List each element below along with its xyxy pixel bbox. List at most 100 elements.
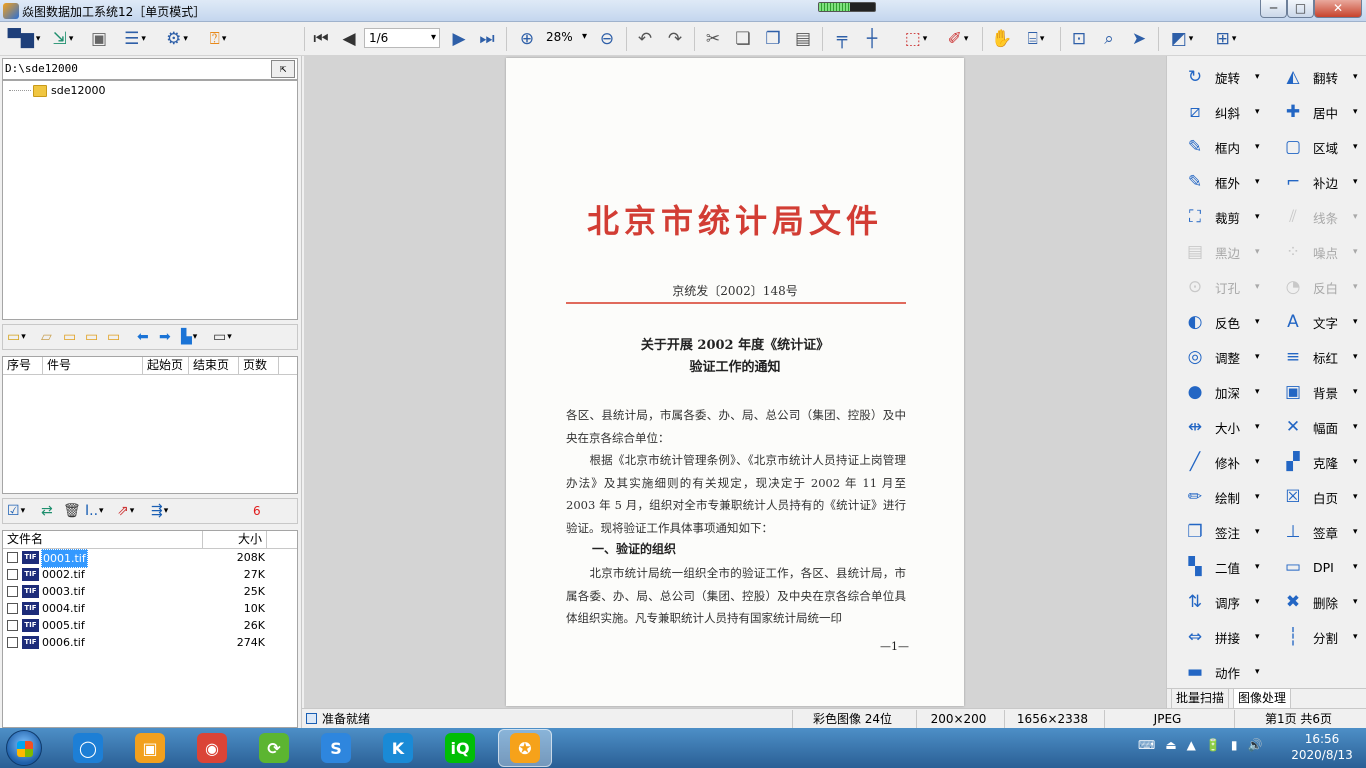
store-app-icon[interactable]: ▣ bbox=[134, 732, 166, 764]
eyedropper-icon[interactable]: ✐ bbox=[940, 27, 976, 51]
tool-text[interactable]: A 文字 ▾ bbox=[1265, 305, 1361, 339]
save-icon[interactable]: ▣ bbox=[88, 27, 110, 51]
tool-center[interactable]: ✚ 居中 ▾ bbox=[1265, 95, 1361, 129]
paste-icon[interactable]: ▤ bbox=[792, 27, 814, 51]
prev-page-icon[interactable]: ◀ bbox=[340, 27, 358, 51]
chevron-down-icon[interactable]: ▾ bbox=[1255, 212, 1260, 222]
chevron-down-icon[interactable]: ▾ bbox=[1353, 387, 1358, 397]
chevron-down-icon[interactable]: ▾ bbox=[1255, 177, 1260, 187]
tool-flip[interactable]: ◭ 翻转 ▾ bbox=[1265, 60, 1361, 94]
tool-repair[interactable]: ╱ 修补 ▾ bbox=[1167, 445, 1263, 479]
device-icon[interactable]: ⏏ bbox=[1165, 738, 1176, 752]
chevron-down-icon[interactable]: ▾ bbox=[1255, 352, 1260, 362]
chevron-down-icon[interactable]: ▾ bbox=[1353, 247, 1358, 257]
tool-deskew[interactable]: ⧄ 纠斜 ▾ bbox=[1167, 95, 1263, 129]
redo-icon[interactable]: ↷ bbox=[664, 27, 686, 51]
file-row[interactable]: TIF 0001.tif 208K bbox=[3, 549, 297, 568]
sogou-icon[interactable]: S bbox=[320, 732, 352, 764]
chevron-down-icon[interactable]: ▾ bbox=[1353, 352, 1358, 362]
tool-join[interactable]: ⇔ 拼接 ▾ bbox=[1167, 620, 1263, 654]
zoom-out-icon[interactable]: ⊖ bbox=[596, 27, 618, 51]
chevron-down-icon[interactable]: ▾ bbox=[1353, 422, 1358, 432]
chevron-down-icon[interactable]: ▾ bbox=[1255, 667, 1260, 677]
start-button[interactable] bbox=[6, 730, 42, 766]
sort-icon[interactable]: I.. bbox=[85, 502, 104, 520]
keyboard-icon[interactable]: ⌨ bbox=[1138, 738, 1155, 752]
tool-darken[interactable]: ● 加深 ▾ bbox=[1167, 375, 1263, 409]
file-row[interactable]: TIF 0006.tif 274K bbox=[3, 634, 297, 651]
chevron-down-icon[interactable]: ▾ bbox=[1353, 632, 1358, 642]
tab-image-processing[interactable]: 图像处理 bbox=[1233, 689, 1292, 709]
scan-area-icon[interactable]: ⌸ bbox=[1018, 27, 1054, 51]
folder-up-button[interactable]: ⇱ bbox=[271, 60, 295, 78]
chevron-down-icon[interactable]: ▾ bbox=[1255, 527, 1260, 537]
cross-guide-icon[interactable]: ┼ bbox=[860, 27, 884, 51]
chevron-down-icon[interactable]: ▾ bbox=[1255, 457, 1260, 467]
chevron-down-icon[interactable]: ▾ bbox=[1353, 142, 1358, 152]
column-header[interactable]: 件号 bbox=[43, 357, 143, 374]
cut-icon[interactable]: ✂ bbox=[702, 27, 724, 51]
chevron-down-icon[interactable]: ▾ bbox=[1353, 562, 1358, 572]
signal-icon[interactable]: ▮ bbox=[1231, 738, 1238, 752]
folder-icon[interactable]: ▭ bbox=[107, 328, 120, 346]
tool-draw[interactable]: ✏ 绘制 ▾ bbox=[1167, 480, 1263, 514]
tool-page-size[interactable]: ✕ 幅面 ▾ bbox=[1265, 410, 1361, 444]
sync-app-icon[interactable]: ⟳ bbox=[258, 732, 290, 764]
tool-reverse-white[interactable]: ◔ 反白 ▾ bbox=[1265, 270, 1361, 304]
file-checkbox[interactable] bbox=[7, 637, 18, 648]
file-checkbox[interactable] bbox=[7, 552, 18, 563]
layout-edit-icon[interactable]: ◩ bbox=[1164, 27, 1200, 51]
tool-rotate[interactable]: ↻ 旋转 ▾ bbox=[1167, 60, 1263, 94]
chevron-down-icon[interactable]: ▾ bbox=[1255, 492, 1260, 502]
document-page[interactable]: 北京市统计局文件 京统发〔2002〕148号 关于开展 2002 年度《统计证》… bbox=[506, 58, 964, 706]
tool-action[interactable]: ▬ 动作 ▾ bbox=[1167, 655, 1263, 689]
column-header[interactable]: 序号 bbox=[3, 357, 43, 374]
h-guide-icon[interactable]: ╤ bbox=[830, 27, 854, 51]
file-row[interactable]: TIF 0005.tif 26K bbox=[3, 617, 297, 634]
image-viewer[interactable]: 北京市统计局文件 京统发〔2002〕148号 关于开展 2002 年度《统计证》… bbox=[304, 56, 1166, 708]
folder-add-icon[interactable]: ▭ bbox=[63, 328, 76, 346]
edit-folder-icon[interactable]: ▱ bbox=[41, 328, 52, 346]
column-header[interactable]: 结束页 bbox=[189, 357, 239, 374]
tool-blank-page[interactable]: ☒ 白页 ▾ bbox=[1265, 480, 1361, 514]
trash-icon[interactable]: 🗑 bbox=[63, 502, 81, 520]
chevron-down-icon[interactable]: ▾ bbox=[1353, 282, 1358, 292]
tool-erase-inside[interactable]: ✎ 框内 ▾ bbox=[1167, 130, 1263, 164]
arrow-left-icon[interactable]: ⬅ bbox=[137, 328, 149, 346]
tool-stamp[interactable]: ⊥ 签章 ▾ bbox=[1265, 515, 1361, 549]
tool-noise[interactable]: ⁘ 噪点 ▾ bbox=[1265, 235, 1361, 269]
browser-app-icon[interactable]: ◯ bbox=[72, 732, 104, 764]
chevron-down-icon[interactable]: ▾ bbox=[1255, 387, 1260, 397]
import-icon[interactable]: ⇲ bbox=[48, 27, 78, 51]
tool-pad-border[interactable]: ⌐ 补边 ▾ bbox=[1265, 165, 1361, 199]
file-checkbox[interactable] bbox=[7, 586, 18, 597]
volume-icon[interactable]: 🔊 bbox=[1247, 738, 1262, 752]
close-button[interactable]: ✕ bbox=[1314, 0, 1362, 18]
tool-erase-outside[interactable]: ✎ 框外 ▾ bbox=[1167, 165, 1263, 199]
batch-move-icon[interactable]: ⇶ bbox=[151, 502, 168, 520]
tool-invert[interactable]: ◐ 反色 ▾ bbox=[1167, 305, 1263, 339]
tool-crop[interactable]: ⛶ 裁剪 ▾ bbox=[1167, 200, 1263, 234]
clock[interactable]: 16:56 2020/8/13 bbox=[1290, 731, 1354, 763]
search-icon[interactable]: ⌕ bbox=[1098, 27, 1120, 51]
list-settings-icon[interactable]: ☰ bbox=[118, 27, 152, 51]
chevron-down-icon[interactable]: ▾ bbox=[1255, 142, 1260, 152]
column-header[interactable]: 起始页 bbox=[143, 357, 189, 374]
chevron-down-icon[interactable]: ▾ bbox=[1255, 107, 1260, 117]
chevron-down-icon[interactable]: ▾ bbox=[1353, 177, 1358, 187]
column-header[interactable]: 大小 bbox=[203, 531, 267, 548]
zoom-area-icon[interactable]: ⊡ bbox=[1068, 27, 1090, 51]
file-row[interactable]: TIF 0002.tif 27K bbox=[3, 566, 297, 583]
arrow-right-icon[interactable]: ➡ bbox=[159, 328, 171, 346]
tool-punch-hole[interactable]: ⊙ 订孔 ▾ bbox=[1167, 270, 1263, 304]
file-row[interactable]: TIF 0004.tif 10K bbox=[3, 600, 297, 617]
tool-mark-red[interactable]: ≡ 标红 ▾ bbox=[1265, 340, 1361, 374]
iqiyi-icon[interactable]: iQ bbox=[444, 732, 476, 764]
tool-binarize[interactable]: ▚ 二值 ▾ bbox=[1167, 550, 1263, 584]
yantu-app-icon[interactable]: ✪ bbox=[498, 729, 552, 767]
maximize-button[interactable]: □ bbox=[1287, 0, 1314, 18]
copy-page-icon[interactable]: ❏ bbox=[732, 27, 754, 51]
battery-icon[interactable]: 🔋 bbox=[1206, 738, 1221, 752]
select-rect-icon[interactable]: ⬚ bbox=[898, 27, 934, 51]
column-header[interactable]: 页数 bbox=[239, 357, 279, 374]
